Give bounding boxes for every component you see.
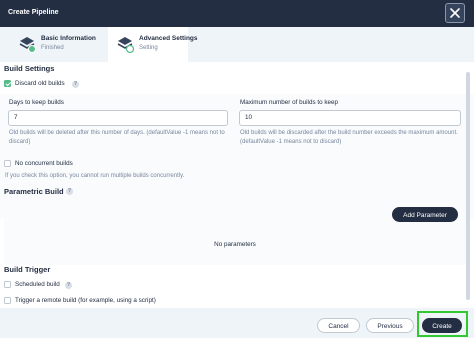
step-basic-information[interactable]: Basic Information Finished <box>10 27 102 62</box>
modal-title: Create Pipeline <box>8 9 59 16</box>
steps-bar: Basic Information Finished Advanced Sett… <box>0 27 474 62</box>
no-concurrent-builds-checkbox[interactable] <box>4 160 11 167</box>
no-concurrent-builds-label: No concurrent builds <box>15 160 73 167</box>
no-concurrent-builds-hint: If you check this option, you cannot run… <box>5 173 185 179</box>
create-highlight-frame <box>417 311 468 337</box>
remote-build-label: Trigger a remote build (for example, usi… <box>15 297 156 304</box>
close-icon <box>450 8 460 18</box>
remote-build-checkbox[interactable] <box>4 297 11 304</box>
step-status: Setting <box>139 45 158 51</box>
step-status: Finished <box>41 45 64 51</box>
step-name: Basic Information <box>41 35 96 42</box>
scrollbar[interactable] <box>466 72 470 300</box>
cancel-button[interactable]: Cancel <box>317 318 360 333</box>
help-icon[interactable]: ? <box>66 188 73 195</box>
discard-old-builds-label: Discard old builds <box>15 80 65 87</box>
parameters-panel: Add Parameter No parameters <box>4 203 466 265</box>
step-advanced-settings[interactable]: Advanced Settings Setting <box>108 27 198 62</box>
step-name: Advanced Settings <box>139 35 198 42</box>
scheduled-build-label: Scheduled build <box>15 281 60 288</box>
layers-check-icon <box>19 37 36 53</box>
close-button[interactable] <box>445 3 465 23</box>
layers-progress-icon <box>117 37 134 53</box>
max-builds-label: Maximum number of builds to keep <box>240 99 338 106</box>
build-settings-title: Build Settings <box>4 64 55 73</box>
modal-header: Create Pipeline <box>0 0 474 27</box>
build-settings-form: Days to keep builds 7 Old builds will be… <box>0 94 474 219</box>
help-icon[interactable]: ? <box>72 81 79 88</box>
help-icon[interactable]: ? <box>65 282 72 289</box>
previous-button[interactable]: Previous <box>366 318 414 333</box>
no-parameters-text: No parameters <box>214 241 256 248</box>
discard-old-builds-checkbox[interactable] <box>4 80 11 87</box>
days-to-keep-input[interactable]: 7 <box>8 110 228 126</box>
days-to-keep-label: Days to keep builds <box>9 99 64 106</box>
parametric-build-title: Parametric Build <box>4 187 64 196</box>
scheduled-build-checkbox[interactable] <box>4 281 11 288</box>
max-builds-hint: Old builds will be discarded after the b… <box>240 130 458 145</box>
build-trigger-title: Build Trigger <box>4 265 51 274</box>
modal-footer: Cancel Previous Create <box>0 308 474 338</box>
content-area: Build Settings Discard old builds ? Days… <box>0 62 474 308</box>
max-builds-input[interactable]: 10 <box>239 110 461 126</box>
add-parameter-button[interactable]: Add Parameter <box>392 207 458 222</box>
days-to-keep-hint: Old builds will be deleted after this nu… <box>9 130 225 145</box>
